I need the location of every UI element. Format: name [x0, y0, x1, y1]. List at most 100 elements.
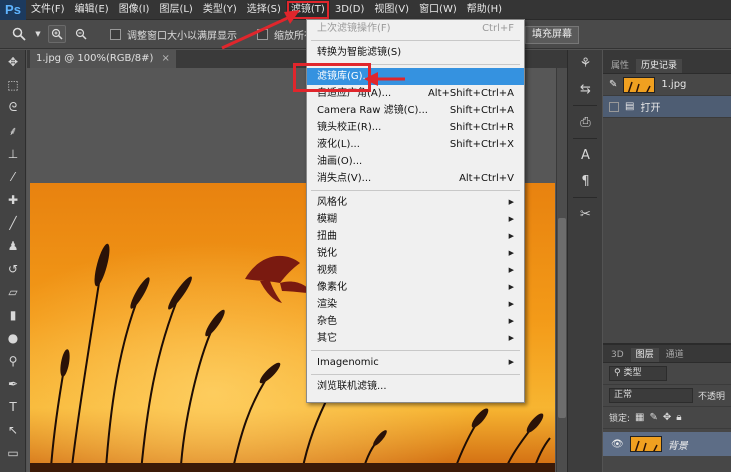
filter-menu-item[interactable]: 镜头校正(R)... Shift+Ctrl+R — [307, 119, 524, 136]
blend-mode-dropdown[interactable]: 正常 — [609, 388, 693, 403]
lock-label: 锁定: — [609, 414, 631, 424]
filter-menu-item[interactable]: Camera Raw 滤镜(C)... Shift+Ctrl+A — [307, 102, 524, 119]
highlight-filter-gallery — [293, 63, 371, 92]
filter-menu-item[interactable]: 锐化 ▶ — [307, 245, 524, 262]
menu-help[interactable]: 帮助(H) — [462, 0, 507, 20]
filter-menu-item-label: 镜头校正(R)... — [317, 122, 382, 133]
lock-pixels-icon[interactable]: ▦ — [635, 412, 644, 423]
tab-channels[interactable]: 通道 — [661, 348, 689, 362]
shape-tool-icon[interactable]: ▭ — [0, 441, 26, 464]
type-tool-icon[interactable]: T — [0, 395, 26, 418]
history-state-checkbox[interactable] — [609, 101, 619, 112]
path-select-tool-icon[interactable]: ↖ — [0, 418, 26, 441]
move-tool-icon[interactable]: ✥ — [0, 50, 26, 73]
chevron-down-icon[interactable]: ▼ — [34, 25, 42, 43]
filter-menu-item[interactable]: 风格化 ▶ — [307, 194, 524, 211]
filter-menu-item-label: Imagenomic — [317, 357, 379, 368]
tab-layers[interactable]: 图层 — [630, 348, 659, 362]
marquee-tool-icon[interactable]: ⬚ — [0, 73, 26, 96]
scrollbar-thumb[interactable] — [558, 218, 566, 418]
menu-edit[interactable]: 编辑(E) — [70, 0, 114, 20]
tool-presets-icon[interactable]: ✂ — [568, 201, 603, 227]
document-tab[interactable]: 1.jpg @ 100%(RGB/8#) × — [30, 50, 176, 68]
filter-menu-item[interactable]: 其它 ▶ — [307, 330, 524, 347]
layer-background[interactable]: 👁︎ 背景 — [603, 432, 731, 456]
menu-image[interactable]: 图像(I) — [114, 0, 155, 20]
filter-menu-item-label: 像素化 — [317, 282, 347, 293]
filter-menu-item-label: 风格化 — [317, 197, 347, 208]
adjustments-icon[interactable]: ⇆ — [568, 76, 603, 102]
clone-source-icon[interactable]: ⎙ — [568, 109, 603, 135]
layer-filter-dropdown[interactable]: ⚲ 类型 — [609, 366, 667, 381]
brush-preset-icon[interactable]: ⚘ — [568, 50, 603, 76]
eraser-tool-icon[interactable]: ▱ — [0, 280, 26, 303]
lock-position-icon[interactable]: ✥ — [663, 412, 671, 423]
blend-row: 正常 不透明 — [603, 385, 731, 407]
menu-layer[interactable]: 图层(L) — [154, 0, 197, 20]
submenu-arrow-icon: ▶ — [508, 334, 514, 342]
clone-stamp-tool-icon[interactable]: ♟ — [0, 234, 26, 257]
filter-menu-item[interactable]: 消失点(V)... Alt+Ctrl+V — [307, 170, 524, 187]
menu-filter[interactable]: 滤镜(T) — [285, 0, 330, 20]
lock-paint-icon[interactable]: ✎ — [650, 412, 658, 423]
history-snapshot[interactable]: ✎ 1.jpg — [603, 74, 731, 96]
zoom-in-button[interactable] — [48, 25, 66, 43]
blur-tool-icon[interactable]: ● — [0, 326, 26, 349]
submenu-arrow-icon: ▶ — [508, 232, 514, 240]
filter-menu-item[interactable]: 浏览联机滤镜... — [307, 378, 524, 395]
divider — [573, 138, 597, 139]
filter-menu-item[interactable]: 转换为智能滤镜(S) — [307, 44, 524, 61]
pen-tool-icon[interactable]: ✒ — [0, 372, 26, 395]
character-icon[interactable]: A — [568, 142, 603, 168]
dodge-tool-icon[interactable]: ⚲ — [0, 349, 26, 372]
zoom-tool-icon[interactable] — [10, 25, 28, 43]
divider — [573, 105, 597, 106]
filter-menu-item-label: 油画(O)... — [317, 156, 363, 167]
menu-type[interactable]: 类型(Y) — [198, 0, 242, 20]
menu-separator — [311, 190, 520, 191]
lock-all-icon[interactable]: 🔒︎ — [676, 412, 681, 423]
history-step[interactable]: ▤ 打开 — [603, 96, 731, 118]
app-logo[interactable]: Ps — [0, 0, 26, 20]
snapshot-name: 1.jpg — [661, 79, 687, 90]
filter-menu-item[interactable]: Imagenomic ▶ — [307, 354, 524, 371]
paragraph-icon[interactable]: ¶ — [568, 168, 603, 194]
menu-view[interactable]: 视图(V) — [369, 0, 414, 20]
brush-tool-icon[interactable]: ╱ — [0, 211, 26, 234]
zoom-out-button[interactable] — [72, 25, 90, 43]
filter-menu-item[interactable]: 扭曲 ▶ — [307, 228, 524, 245]
history-brush-tool-icon[interactable]: ↺ — [0, 257, 26, 280]
filter-menu-item[interactable]: 液化(L)... Shift+Ctrl+X — [307, 136, 524, 153]
filter-menu-item[interactable]: 模糊 ▶ — [307, 211, 524, 228]
layers-panel-tabs: 3D 图层 通道 — [603, 345, 731, 363]
eyedropper-tool-icon[interactable]: ⁄ — [0, 165, 26, 188]
tab-history[interactable]: 历史记录 — [636, 59, 683, 73]
crop-tool-icon[interactable]: ⊥ — [0, 142, 26, 165]
healing-brush-tool-icon[interactable]: ✚ — [0, 188, 26, 211]
menu-3d[interactable]: 3D(D) — [330, 0, 370, 20]
vertical-scrollbar[interactable] — [556, 68, 567, 472]
filter-menu-item[interactable]: 视频 ▶ — [307, 262, 524, 279]
lasso-tool-icon[interactable]: ᘓ — [0, 96, 26, 119]
resize-windows-label: 调整窗口大小以满屏显示 — [127, 30, 237, 42]
brush-icon: ✎ — [609, 79, 618, 90]
filter-menu-item[interactable]: 油画(O)... — [307, 153, 524, 170]
filter-menu-item[interactable]: 像素化 ▶ — [307, 279, 524, 296]
zoom-all-checkbox[interactable] — [257, 28, 268, 40]
close-icon[interactable]: × — [161, 53, 169, 64]
menu-window[interactable]: 窗口(W) — [414, 0, 462, 20]
filter-menu-item[interactable]: 渲染 ▶ — [307, 296, 524, 313]
tab-3d[interactable]: 3D — [606, 348, 629, 362]
tab-properties[interactable]: 属性 — [606, 59, 634, 73]
menu-file[interactable]: 文件(F) — [26, 0, 70, 20]
resize-windows-checkbox[interactable] — [110, 28, 121, 40]
gradient-tool-icon[interactable]: ▮ — [0, 303, 26, 326]
visibility-eye-icon[interactable]: 👁︎ — [611, 439, 624, 450]
menu-select[interactable]: 选择(S) — [242, 0, 286, 20]
filter-menu-item-shortcut: Shift+Ctrl+R — [449, 122, 514, 133]
quick-select-tool-icon[interactable]: ⸙ — [0, 119, 26, 142]
divider — [573, 197, 597, 198]
filter-menu-item[interactable]: 杂色 ▶ — [307, 313, 524, 330]
fill-screen-button[interactable]: 填充屏幕 — [525, 26, 579, 44]
menu-separator — [311, 40, 520, 41]
